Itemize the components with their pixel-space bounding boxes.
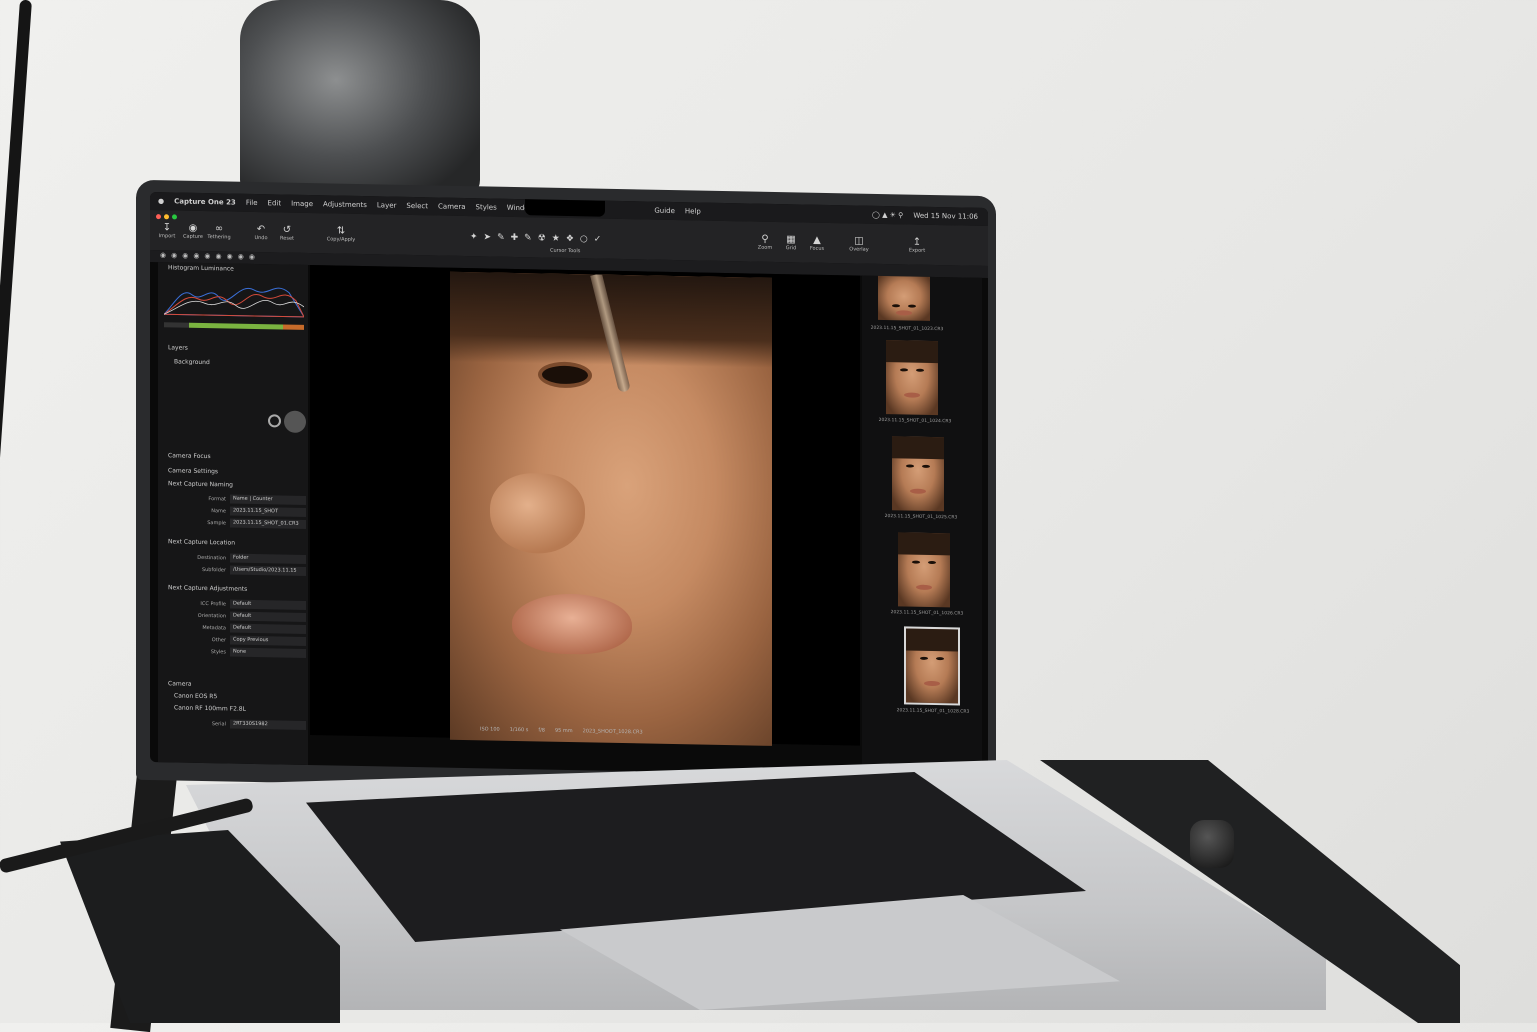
status-focal: 95 mm	[554, 727, 573, 735]
filmstrip-caption: 2023.11.15_SHOT_01_1024.CR3	[878, 417, 952, 425]
layers-title[interactable]: Layers	[168, 344, 188, 351]
destination-label: Destination	[197, 554, 226, 562]
camera-settings-title[interactable]: Camera Settings	[168, 467, 218, 475]
layer-mask-brush-icon[interactable]	[268, 414, 281, 428]
styles-label: Styles	[210, 649, 226, 656]
viewer-photo[interactable]	[450, 271, 772, 746]
light-stand-clamp	[240, 0, 480, 200]
menubar-status-icons[interactable]: ◯ ▲ ☀ ⚲	[872, 211, 903, 220]
status-aperture: f/8	[538, 727, 545, 734]
serial-label: Serial	[211, 721, 226, 728]
camera-title[interactable]: Camera	[168, 680, 192, 687]
reset-button[interactable]: ↺ Reset	[272, 224, 302, 242]
apple-icon[interactable]: ●	[158, 197, 164, 205]
cursor-tools-label: Cursor Tools	[550, 247, 581, 255]
overlay-button[interactable]: ◫ Overlay	[844, 235, 874, 253]
tether-icon: ∞	[214, 223, 224, 235]
reset-icon: ↺	[282, 224, 292, 236]
serial-value: 2RT330S1982	[230, 719, 306, 730]
menu-select[interactable]: Select	[406, 202, 428, 210]
styles-select[interactable]: None	[230, 647, 306, 658]
sample-label: Sample	[207, 520, 226, 527]
layer-mask-preview	[284, 410, 306, 433]
filmstrip-thumb-selected[interactable]	[904, 626, 960, 706]
filmstrip-caption: 2023.11.15_SHOT_01_1026.CR3	[890, 610, 964, 617]
filmstrip-caption: 2023.11.15_SHOT_01_1023.CR3	[870, 325, 944, 333]
menu-image[interactable]: Image	[291, 200, 313, 208]
window-minimize-button[interactable]	[164, 214, 169, 220]
status-shutter: 1/160 s	[509, 726, 529, 734]
name-field[interactable]: 2023.11.15_SHOT	[230, 506, 306, 517]
export-button[interactable]: ↥ Export	[902, 236, 932, 254]
tool-tab-icons[interactable]: ◉◉◉◉◉◉◉◉◉	[160, 251, 260, 261]
copy-apply-button[interactable]: ⇅ Copy/Apply	[326, 225, 356, 243]
tethering-button[interactable]: ∞ Tethering	[204, 223, 234, 241]
focus-button[interactable]: ▲ Focus	[802, 234, 832, 252]
window-close-button[interactable]	[156, 214, 161, 220]
menu-file[interactable]: File	[246, 199, 258, 207]
orientation-select[interactable]: Default	[230, 611, 306, 622]
menu-camera[interactable]: Camera	[438, 202, 465, 211]
layer-background[interactable]: Background	[174, 358, 210, 366]
sample-value: 2023.11.15_SHOT_01.CR3	[230, 518, 306, 529]
overlay-icon: ◫	[854, 235, 864, 247]
menu-guide[interactable]: Guide	[654, 207, 675, 215]
icc-profile-select[interactable]: Default	[230, 599, 306, 610]
menu-edit[interactable]: Edit	[268, 199, 282, 207]
focus-icon: ▲	[813, 234, 821, 246]
menu-styles[interactable]: Styles	[476, 203, 497, 211]
filmstrip-thumb[interactable]	[878, 275, 930, 321]
filmstrip-caption: 2023.11.15_SHOT_01_1025.CR3	[884, 514, 958, 521]
status-filename: 2023_SHOOT_1028.CR3	[582, 728, 643, 736]
other-label: Other	[211, 637, 226, 644]
icc-profile-label: ICC Profile	[200, 600, 226, 608]
cursor-tools-group: ✦➤✎✚✎☢★❖○✓ Cursor Tools	[470, 232, 670, 256]
camera-lens: Canon RF 100mm F2.8L	[174, 704, 246, 713]
exposure-bar[interactable]	[164, 322, 304, 330]
filmstrip-thumb[interactable]	[886, 340, 938, 416]
next-capture-adjustments-title[interactable]: Next Capture Adjustments	[168, 584, 247, 593]
filmstrip: 2023.11.15_SHOT_01_1023.CR3 2023.11.15_S…	[862, 275, 982, 778]
mount-knob	[1190, 820, 1234, 868]
app-name-menu[interactable]: Capture One 23	[174, 197, 236, 206]
format-label: Format	[208, 496, 226, 503]
copy-apply-icon: ⇅	[336, 225, 346, 237]
menu-help[interactable]: Help	[685, 207, 701, 215]
next-capture-naming-title[interactable]: Next Capture Naming	[168, 480, 233, 488]
export-icon: ↥	[912, 236, 922, 248]
format-field[interactable]: Name | Counter	[230, 494, 306, 505]
tools-panel: Histogram Luminance Layers Background Ca…	[158, 262, 308, 765]
next-capture-location-title[interactable]: Next Capture Location	[168, 538, 235, 546]
window-zoom-button[interactable]	[172, 214, 177, 220]
other-select[interactable]: Copy Previous	[230, 635, 306, 646]
menubar-clock: Wed 15 Nov 11:06	[913, 211, 978, 221]
histogram-title[interactable]: Histogram Luminance	[168, 264, 234, 272]
status-iso: ISO 100	[480, 726, 500, 733]
menu-layer[interactable]: Layer	[377, 201, 397, 209]
name-label: Name	[211, 508, 226, 515]
subfolder-label: Subfolder	[201, 566, 226, 574]
photo-lips	[512, 592, 632, 656]
camera-focus-title[interactable]: Camera Focus	[168, 452, 211, 460]
filmstrip-thumb[interactable]	[892, 436, 944, 512]
subfolder-field[interactable]: /Users/Studio/2023.11.15	[230, 565, 306, 576]
menu-adjustments[interactable]: Adjustments	[323, 200, 367, 209]
destination-select[interactable]: Folder	[230, 553, 306, 564]
filmstrip-caption: 2023.11.15_SHOT_01_1028.CR3	[896, 708, 970, 715]
cursor-tools-icons[interactable]: ✦➤✎✚✎☢★❖○✓	[470, 232, 607, 245]
camera-notch	[525, 199, 605, 217]
orientation-label: Orientation	[197, 612, 226, 620]
metadata-select[interactable]: Default	[230, 623, 306, 634]
laptop-screen: ● Capture One 23 File Edit Image Adjustm…	[150, 191, 988, 779]
camera-model: Canon EOS R5	[174, 692, 218, 701]
histogram-graph	[164, 287, 304, 318]
photo-eye	[542, 365, 588, 385]
photo-nose	[490, 472, 585, 555]
metadata-label: Metadata	[202, 624, 226, 632]
filmstrip-thumb[interactable]	[898, 532, 950, 608]
